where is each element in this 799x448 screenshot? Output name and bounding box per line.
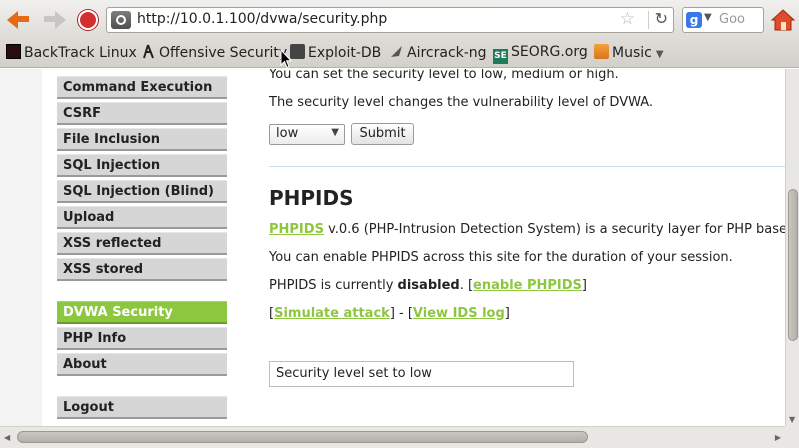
aircrack-icon [389, 44, 404, 59]
forward-arrow-icon[interactable] [42, 9, 68, 31]
bookmark-backtrack[interactable]: BackTrack Linux [6, 44, 137, 64]
sidebar-item-logout[interactable]: Logout [57, 396, 227, 419]
sidebar-item-about[interactable]: About [57, 353, 227, 376]
sidebar-item-xss-reflected[interactable]: XSS reflected [57, 232, 227, 255]
sidebar-item-upload[interactable]: Upload [57, 206, 227, 229]
intro-text-2: The security level changes the vulnerabi… [269, 95, 654, 110]
phpids-heading: PHPIDS [269, 186, 354, 210]
vertical-scrollbar[interactable]: ▼ [785, 69, 799, 426]
offsec-icon [141, 44, 156, 59]
sidebar-item-php-info[interactable]: PHP Info [57, 327, 227, 350]
page-content: Command Execution CSRF File Inclusion SQ… [0, 69, 785, 426]
url-text[interactable]: http://10.0.1.100/dvwa/security.php [137, 11, 387, 27]
submit-button[interactable]: Submit [351, 123, 414, 145]
scroll-left-arrow-icon[interactable]: ◀ [4, 433, 10, 442]
security-level-select[interactable]: low ▼ [269, 124, 345, 145]
url-divider [648, 11, 649, 29]
bookmark-star-icon[interactable]: ☆ [620, 9, 635, 29]
enable-phpids-link[interactable]: enable PHPIDS [473, 278, 582, 293]
search-input[interactable]: Goo [719, 12, 745, 27]
chevron-down-icon: ▼ [331, 127, 339, 138]
search-engine-dropdown-icon[interactable]: ▼ [704, 12, 712, 23]
reload-icon[interactable]: ↻ [655, 9, 668, 28]
bookmark-aircrack[interactable]: Aircrack-ng [389, 44, 487, 64]
home-icon[interactable] [770, 8, 796, 32]
sidebar-item-xss-stored[interactable]: XSS stored [57, 258, 227, 281]
bookmark-label: SEORG.org [511, 44, 588, 60]
bracket-close: ] [504, 306, 510, 321]
stop-addon-icon[interactable] [78, 10, 98, 30]
seorg-icon: SE [493, 49, 508, 64]
enable-info-text: You can enable PHPIDS across this site f… [269, 250, 733, 265]
sidebar-item-command-execution[interactable]: Command Execution [57, 76, 227, 99]
chevron-down-icon[interactable]: ▼ [656, 49, 664, 60]
sidebar-item-sql-injection[interactable]: SQL Injection [57, 154, 227, 177]
section-divider [269, 166, 785, 167]
status-mid: . [ [459, 278, 474, 293]
status-prefix: PHPIDS is currently [269, 278, 398, 293]
navigation-toolbar: http://10.0.1.100/dvwa/security.php ☆ ↻ … [0, 0, 799, 40]
google-icon[interactable]: g [686, 12, 702, 28]
bookmarks-toolbar: BackTrack Linux Offensive Security Explo… [0, 40, 799, 68]
left-gutter [0, 69, 42, 426]
phpids-description: PHPIDS v.0.6 (PHP-Intrusion Detection Sy… [269, 222, 785, 237]
folder-icon [594, 44, 609, 59]
bookmark-exploit-db[interactable]: Exploit-DB [290, 44, 381, 64]
status-value: disabled [397, 278, 460, 293]
link-separator: ] - [ [389, 306, 413, 321]
status-message-box: Security level set to low [269, 361, 574, 387]
phpids-link[interactable]: PHPIDS [269, 222, 324, 237]
phpids-status: PHPIDS is currently disabled. [enable PH… [269, 278, 587, 293]
bookmark-label: Aircrack-ng [407, 45, 487, 61]
bookmark-label: Music [612, 45, 652, 61]
status-suffix: ] [581, 278, 587, 293]
phpids-description-text: v.0.6 (PHP-Intrusion Detection System) i… [328, 222, 785, 237]
intro-text-1: You can set the security level to low, m… [269, 69, 619, 82]
backtrack-icon [6, 44, 21, 59]
scroll-down-arrow-icon[interactable]: ▼ [789, 415, 795, 424]
bookmark-music-folder[interactable]: Music ▼ [594, 44, 664, 64]
back-arrow-icon[interactable] [6, 9, 32, 31]
sidebar-item-sql-injection-blind[interactable]: SQL Injection (Blind) [57, 180, 227, 203]
view-ids-log-link[interactable]: View IDS log [413, 306, 505, 321]
simulate-attack-link[interactable]: Simulate attack [274, 306, 390, 321]
security-level-value: low [276, 126, 299, 141]
vertical-scrollbar-thumb[interactable] [788, 189, 798, 341]
search-bar[interactable]: g ▼ Goo [682, 7, 764, 33]
scrollbar-corner [785, 426, 799, 448]
bookmark-offensive-security[interactable]: Offensive Security [141, 44, 287, 64]
sidebar-item-csrf[interactable]: CSRF [57, 102, 227, 125]
bookmark-seorg[interactable]: SE SEORG.org [493, 44, 588, 64]
ids-actions: [Simulate attack] - [View IDS log] [269, 306, 510, 321]
url-bar[interactable]: http://10.0.1.100/dvwa/security.php ☆ ↻ [106, 7, 674, 33]
scroll-right-arrow-icon[interactable]: ▶ [775, 433, 781, 442]
bookmark-label: BackTrack Linux [24, 45, 137, 61]
site-identity-icon[interactable] [111, 11, 131, 29]
sidebar-item-dvwa-security[interactable]: DVWA Security [57, 301, 227, 324]
horizontal-scrollbar[interactable]: ◀ ▶ [0, 426, 785, 448]
sidebar-item-file-inclusion[interactable]: File Inclusion [57, 128, 227, 151]
exploitdb-icon [290, 44, 305, 59]
bookmark-label: Offensive Security [159, 45, 288, 61]
mouse-cursor-icon [280, 48, 293, 69]
bookmark-label: Exploit-DB [308, 45, 382, 61]
horizontal-scrollbar-thumb[interactable] [17, 431, 588, 443]
